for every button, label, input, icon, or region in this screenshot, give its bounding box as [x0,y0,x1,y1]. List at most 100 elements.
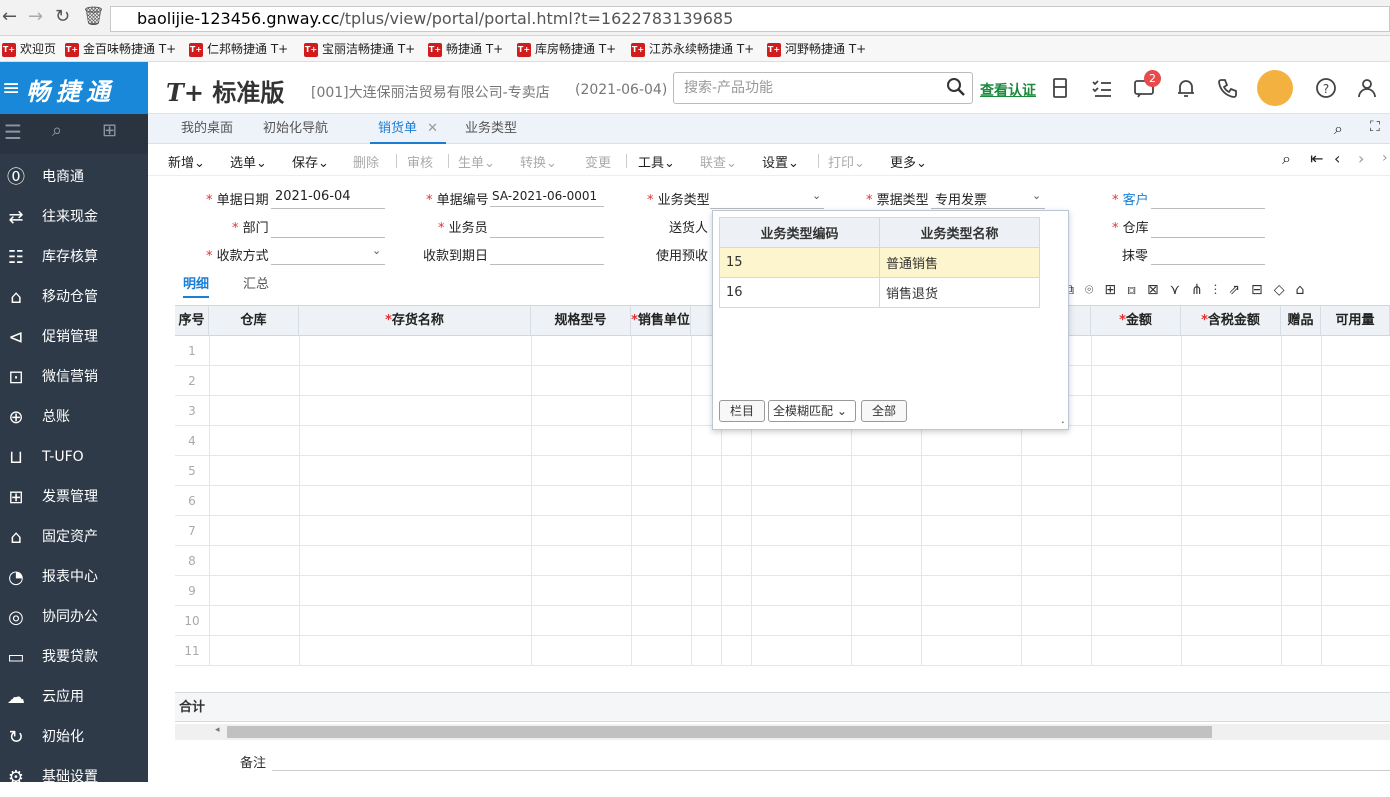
last-record-icon[interactable]: › [1382,150,1388,166]
convert-button[interactable]: 转换⌄ [520,152,557,171]
prev-record-icon[interactable]: ‹ [1334,149,1340,168]
sidebar-item-init[interactable]: ↻ 初始化 [0,717,148,757]
tab-init-guide[interactable]: 初始化导航 [263,114,328,144]
first-record-icon[interactable]: ⇤ [1310,149,1323,168]
bookmark-item[interactable]: T+ 江苏永续畅捷通 T+ [631,40,754,58]
chevron-down-icon[interactable]: ⌄ [812,189,821,202]
table-row[interactable] [175,515,1390,516]
forward-icon[interactable]: → [28,6,43,27]
all-button[interactable]: 全部 [861,400,907,422]
generate-button[interactable]: 生单⌄ [458,152,495,171]
table-row[interactable] [175,455,1390,456]
match-select[interactable]: 全模糊匹配 ⌄ [768,400,856,422]
sidebar-item-office[interactable]: ◎ 协同办公 [0,597,148,637]
column-header[interactable]: *含税金额 [1181,306,1281,336]
task-list-icon[interactable] [1090,76,1114,100]
save-button[interactable]: 保存⌄ [292,152,329,171]
close-icon[interactable]: ✕ [427,121,438,136]
tab-biz-type[interactable]: 业务类型 [465,114,517,144]
column-header[interactable]: 规格型号 [531,306,631,336]
chevron-down-icon[interactable]: ⌄ [1032,189,1041,202]
menu-icon[interactable]: ≡ [2,76,20,101]
scroll-thumb[interactable] [227,726,1212,738]
sidebar-item-basic-settings[interactable]: ⚙ 基础设置 [0,757,148,797]
add-doc-icon[interactable]: ⊞ [102,120,117,141]
chevron-down-icon[interactable]: ⌄ [372,244,381,257]
avatar[interactable] [1257,70,1293,106]
sidebar-item-wechat[interactable]: ⊡ 微信营销 [0,357,148,397]
tools-button[interactable]: 工具⌄ [638,152,675,171]
column-header[interactable]: 赠品 [1281,306,1321,336]
doc-no-value[interactable]: SA-2021-06-0001 [492,189,597,203]
sidebar-item-promotion[interactable]: ⊲ 促销管理 [0,317,148,357]
column-header[interactable]: 序号 [175,306,209,336]
new-button[interactable]: 新增⌄ [168,152,205,171]
tab-summary[interactable]: 汇总 [243,273,269,292]
delete-button[interactable]: 删除 [353,152,379,171]
bell-icon[interactable] [1174,76,1198,100]
sidebar-item-loan[interactable]: ▭ 我要贷款 [0,637,148,677]
reload-icon[interactable]: ↻ [55,6,70,27]
tab-detail[interactable]: 明细 [183,273,210,298]
customer-label[interactable]: * 客户 [1112,189,1149,208]
sidebar-item-mobile-warehouse[interactable]: ⌂ 移动仓管 [0,277,148,317]
sidebar-item-ecommerce[interactable]: ⓪ 电商通 [0,157,148,197]
search-icon[interactable] [946,77,966,97]
bookmark-item[interactable]: T+ 欢迎页 [2,40,56,58]
grid-tool-icons[interactable]: ⧉⌾⊞⧈⊠⋎⋔⫶⇗⊟◇⌂ [1064,282,1390,302]
table-row[interactable]: 16 销售退货 [719,277,1040,308]
sidebar-item-invoice[interactable]: ⊞ 发票管理 [0,477,148,517]
sidebar-item-tufo[interactable]: ⊔ T-UFO [0,437,148,477]
sidebar-item-cash[interactable]: ⇄ 往来现金 [0,197,148,237]
change-button[interactable]: 变更 [585,152,611,171]
search-icon[interactable]: ⌕ [1334,119,1343,139]
bookmark-item[interactable]: T+ 河野畅捷通 T+ [767,40,866,58]
user-icon[interactable] [1355,76,1379,100]
back-icon[interactable]: ← [2,6,17,27]
table-row[interactable] [175,605,1390,606]
column-header[interactable]: 可用量 [1321,306,1390,336]
column-header[interactable]: *存货名称 [299,306,531,336]
sidebar-item-reports[interactable]: ◔ 报表中心 [0,557,148,597]
scroll-left-icon[interactable]: ◂ [215,725,220,735]
calculator-icon[interactable] [1048,76,1072,100]
search-doc-icon[interactable]: ⌕ [52,120,62,141]
list-icon[interactable]: ☰ [4,120,22,144]
brand-logo[interactable]: ≡ 畅捷通 [0,62,148,114]
help-icon[interactable]: ? [1314,76,1338,100]
audit-button[interactable]: 审核 [407,152,433,171]
bookmark-item[interactable]: T+ 宝丽洁畅捷通 T+ [304,40,415,58]
horizontal-scrollbar[interactable]: ◂ [175,724,1390,740]
more-button[interactable]: 更多⌄ [890,152,927,171]
sidebar-item-inventory-cost[interactable]: ☷ 库存核算 [0,237,148,277]
bookmark-item[interactable]: T+ 仁邦畅捷通 T+ [189,40,288,58]
sidebar-item-ledger[interactable]: ⊕ 总账 [0,397,148,437]
table-row[interactable] [175,665,1390,666]
columns-button[interactable]: 栏目 [719,400,765,422]
table-row[interactable]: 15 普通销售 [719,247,1040,278]
sidebar-item-fixed-assets[interactable]: ⌂ 固定资产 [0,517,148,557]
column-header[interactable]: *金额 [1091,306,1181,336]
fullscreen-icon[interactable]: ⛶ [1370,119,1380,135]
settings-button[interactable]: 设置⌄ [762,152,799,171]
query-button[interactable]: 联查⌄ [700,152,737,171]
table-row[interactable] [175,635,1390,636]
table-row[interactable] [175,575,1390,576]
bookmark-item[interactable]: T+ 畅捷通 T+ [428,40,503,58]
trash-icon[interactable]: 🗑 [82,6,105,27]
print-button[interactable]: 打印⌄ [828,152,865,171]
select-button[interactable]: 选单⌄ [230,152,267,171]
table-row[interactable] [175,545,1390,546]
next-record-icon[interactable]: › [1358,149,1364,168]
bookmark-item[interactable]: T+ 库房畅捷通 T+ [517,40,616,58]
search-doc-icon[interactable]: ⌕ [1282,149,1291,169]
column-header[interactable]: 仓库 [209,306,299,336]
table-row[interactable] [175,485,1390,486]
invoice-type-value[interactable]: 专用发票 [935,189,987,208]
resize-handle-icon[interactable]: ⠠ [1058,416,1065,427]
sidebar-item-cloud[interactable]: ☁ 云应用 [0,677,148,717]
tab-my-desktop[interactable]: 我的桌面 [181,114,233,144]
bookmark-item[interactable]: T+ 金百味畅捷通 T+ [65,40,176,58]
tab-sales-order[interactable]: 销货单 ✕ [370,114,447,144]
verify-link[interactable]: 查看认证 [980,80,1036,100]
